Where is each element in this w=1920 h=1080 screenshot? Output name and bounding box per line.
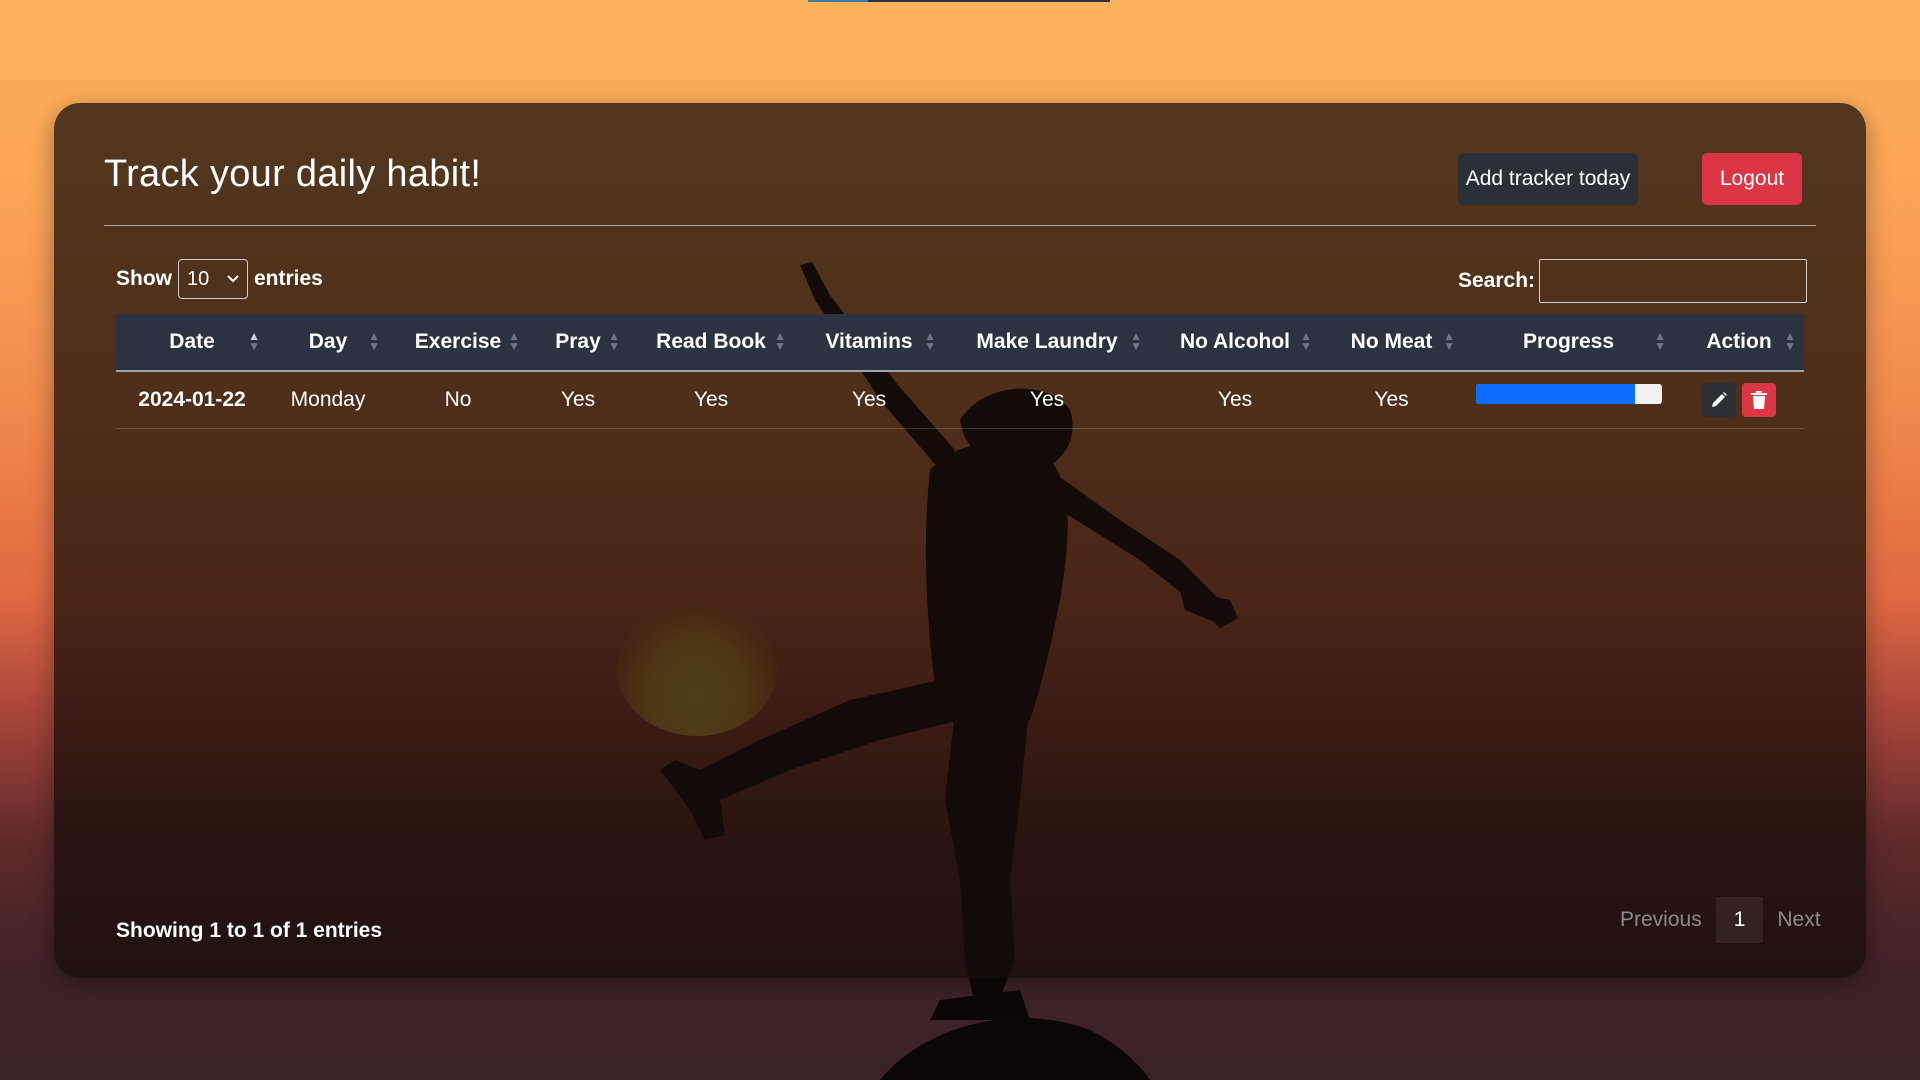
- header-divider: [104, 225, 1816, 226]
- column-header-make-laundry[interactable]: Make Laundry ▲ ▼: [944, 314, 1150, 372]
- table-info: Showing 1 to 1 of 1 entries: [116, 919, 383, 942]
- column-header-day[interactable]: Day ▲ ▼: [268, 314, 388, 372]
- cell-no-alcohol: Yes: [1150, 371, 1320, 429]
- sort-icon: ▲ ▼: [1443, 329, 1455, 353]
- column-header-no-alcohol[interactable]: No Alcohol ▲ ▼: [1150, 314, 1320, 372]
- pagination-page-1[interactable]: 1: [1715, 897, 1764, 943]
- cell-no-meat: Yes: [1320, 371, 1463, 429]
- column-header-exercise[interactable]: Exercise ▲ ▼: [388, 314, 528, 372]
- cell-make-laundry: Yes: [944, 371, 1150, 429]
- habit-tracker-card: Track your daily habit! Add tracker toda…: [54, 103, 1866, 978]
- sort-icon: ▲ ▼: [1654, 329, 1666, 353]
- sort-icon: ▲ ▼: [368, 329, 380, 353]
- pagination-next[interactable]: Next: [1763, 897, 1834, 943]
- progress-bar: [1475, 384, 1662, 404]
- column-header-date[interactable]: Date ▲ ▼: [116, 314, 268, 372]
- page-title: Track your daily habit!: [104, 153, 482, 195]
- sort-icon: ▲ ▼: [774, 329, 786, 353]
- column-header-vitamins[interactable]: Vitamins ▲ ▼: [794, 314, 944, 372]
- search-label: Search:: [1458, 269, 1536, 292]
- sort-icon: ▲ ▼: [924, 329, 936, 353]
- top-divider-accent: [808, 0, 868, 2]
- table-row: 2024-01-22 Monday No Yes Yes Yes Yes Yes…: [116, 371, 1804, 429]
- sort-icon: ▲ ▼: [1784, 329, 1796, 353]
- entries-label: entries: [254, 267, 323, 290]
- logout-button[interactable]: Logout: [1702, 153, 1802, 205]
- pencil-icon: [1712, 392, 1727, 407]
- show-label: Show: [116, 267, 172, 290]
- cell-day: Monday: [268, 371, 388, 429]
- cell-action: [1674, 371, 1804, 429]
- add-tracker-button[interactable]: Add tracker today: [1458, 153, 1638, 205]
- sort-icon: ▲ ▼: [508, 329, 520, 353]
- sort-icon: ▲ ▼: [1300, 329, 1312, 353]
- chevron-down-icon: [227, 275, 239, 283]
- delete-button[interactable]: [1742, 383, 1776, 417]
- cell-progress: [1463, 371, 1674, 429]
- progress-bar-fill: [1475, 384, 1636, 404]
- table-header-row: Date ▲ ▼ Day ▲ ▼ Exercise ▲ ▼ Pray ▲ ▼ Read Book…: [116, 314, 1804, 372]
- cell-pray: Yes: [528, 371, 628, 429]
- sort-icon: ▲ ▼: [608, 329, 620, 353]
- column-header-action[interactable]: Action ▲ ▼: [1674, 314, 1804, 372]
- row-actions: [1702, 383, 1776, 417]
- entries-length-control: Show 10 entries: [116, 259, 323, 299]
- trash-icon: [1751, 391, 1767, 409]
- column-header-no-meat[interactable]: No Meat ▲ ▼: [1320, 314, 1463, 372]
- pagination: Previous 1 Next: [1606, 897, 1835, 943]
- cell-read-book: Yes: [628, 371, 794, 429]
- search-control: Search:: [1458, 259, 1808, 303]
- sort-icon: ▲ ▼: [1130, 329, 1142, 353]
- column-header-read-book[interactable]: Read Book ▲ ▼: [628, 314, 794, 372]
- column-header-progress[interactable]: Progress ▲ ▼: [1463, 314, 1674, 372]
- entries-select[interactable]: 10: [178, 259, 248, 299]
- column-header-pray[interactable]: Pray ▲ ▼: [528, 314, 628, 372]
- cell-vitamins: Yes: [794, 371, 944, 429]
- sort-icon: ▲ ▼: [248, 329, 260, 353]
- entries-select-value: 10: [187, 267, 210, 290]
- pagination-previous[interactable]: Previous: [1606, 897, 1716, 943]
- edit-button[interactable]: [1702, 383, 1736, 417]
- search-input[interactable]: [1539, 259, 1808, 303]
- habit-table: Date ▲ ▼ Day ▲ ▼ Exercise ▲ ▼ Pray ▲ ▼ Read Book…: [116, 314, 1804, 429]
- cell-date: 2024-01-22: [116, 371, 268, 429]
- cell-exercise: No: [388, 371, 528, 429]
